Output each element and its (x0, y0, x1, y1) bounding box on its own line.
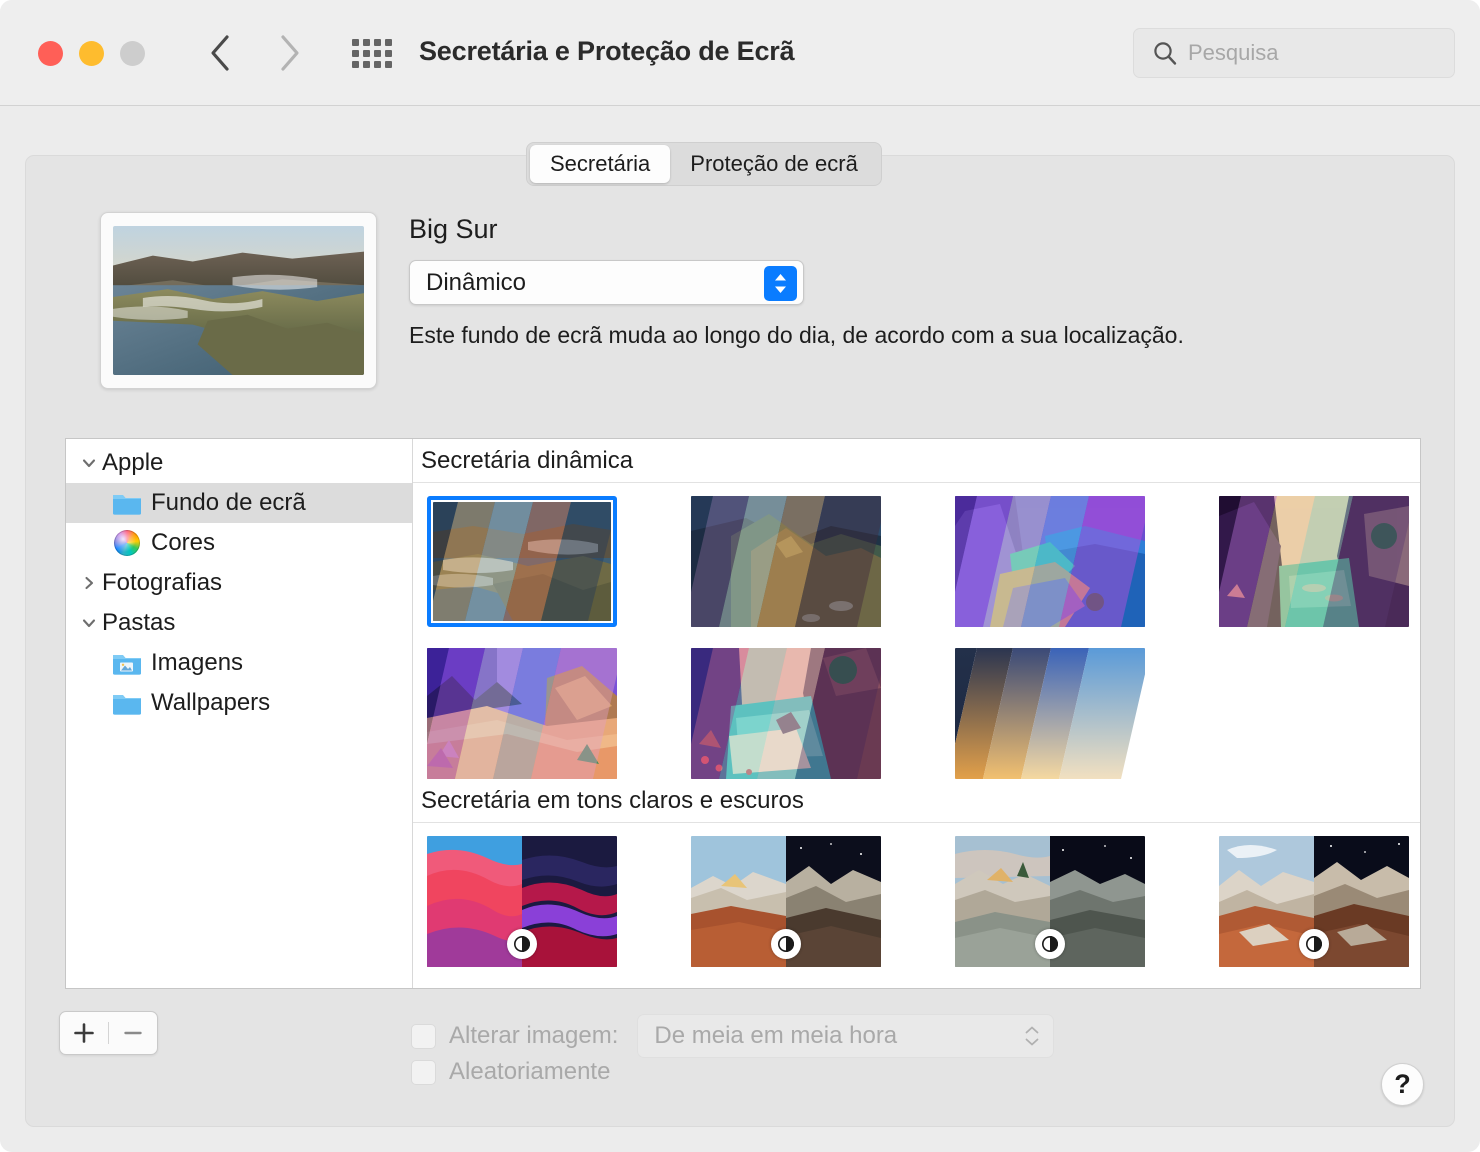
thumbnail-catalina[interactable] (691, 496, 881, 627)
folder-icon (112, 691, 142, 716)
sidebar-item-imagens[interactable]: Imagens (66, 643, 412, 683)
sidebar-item-label: Apple (102, 449, 164, 476)
thumbnail-big-sur-graphic-coast[interactable] (955, 496, 1145, 627)
wallpaper-grid-area: Secretária dinâmica Secretária em tons c… (413, 439, 1420, 988)
change-interval-popup[interactable]: De meia em meia hora (637, 1014, 1055, 1058)
thumbnail-grid-light-dark (413, 823, 1420, 967)
sidebar-item-label: Cores (151, 529, 216, 556)
change-image-row: Alterar imagem: De meia em meia hora (411, 1014, 1055, 1058)
pictures-folder-icon (112, 651, 142, 676)
wallpaper-info: Big Sur Dinâmico Este fundo de ecrã muda… (409, 214, 1184, 349)
sidebar-item-label: Wallpapers (151, 689, 271, 716)
light-dark-badge-icon (1299, 929, 1329, 959)
sidebar-item-fundo-de-ecra[interactable]: Fundo de ecrã (66, 483, 412, 523)
sidebar-item-label: Fundo de ecrã (151, 489, 306, 516)
chevron-right-icon[interactable] (76, 570, 102, 596)
minus-icon (124, 1031, 142, 1035)
chevron-left-icon (208, 33, 232, 73)
source-list: Apple Fundo de ecrã Cores Fotografias Pa… (66, 439, 413, 988)
thumbnail-desert-rock-3[interactable] (1219, 836, 1409, 967)
add-folder-button[interactable] (60, 1022, 108, 1044)
thumbnail-desert-rock-2[interactable] (955, 836, 1145, 967)
sidebar-item-label: Fotografias (102, 569, 223, 596)
back-button[interactable] (198, 30, 242, 76)
thumbnail-image (427, 648, 617, 779)
wallpaper-name: Big Sur (409, 214, 498, 244)
section-header-light-dark: Secretária em tons claros e escuros (413, 779, 1420, 823)
system-preferences-window: Secretária e Proteção de Ecrã Pesquisa S… (0, 0, 1480, 1152)
tab-secretaria[interactable]: Secretária (530, 145, 671, 183)
sidebar-item-apple[interactable]: Apple (66, 443, 412, 483)
page-title: Secretária e Proteção de Ecrã (419, 36, 795, 66)
preferences-panel: Secretária Proteção de ecrã Big Sur Dinâ… (25, 142, 1455, 1127)
chevron-updown-icon (1025, 1026, 1039, 1046)
thumbnail-big-sur-waves[interactable] (427, 836, 617, 967)
section-header-dynamic: Secretária dinâmica (413, 439, 1420, 483)
folder-icon (112, 491, 142, 516)
wallpaper-preview-frame (100, 212, 377, 389)
wallpaper-preview-image (113, 226, 364, 375)
thumbnail-image (691, 648, 881, 779)
tab-bar: Secretária Proteção de ecrã (526, 142, 882, 186)
thumbnail-desert-rock-1[interactable] (691, 836, 881, 967)
thumbnail-image (1219, 496, 1409, 627)
sidebar-item-label: Imagens (151, 649, 244, 676)
wallpaper-browser: Apple Fundo de ecrã Cores Fotografias Pa… (65, 438, 1421, 989)
random-checkbox[interactable] (411, 1059, 436, 1085)
window-titlebar: Secretária e Proteção de Ecrã Pesquisa (0, 0, 1480, 106)
chevron-down-icon[interactable] (76, 450, 102, 476)
random-row: Aleatoriamente (411, 1058, 610, 1086)
close-button[interactable] (38, 41, 63, 66)
color-wheel-icon (114, 530, 140, 556)
wallpaper-type-value: Dinâmico (426, 268, 527, 296)
random-label: Aleatoriamente (449, 1058, 611, 1085)
show-all-grid-icon[interactable] (352, 36, 392, 70)
thumbnail-big-sur-graphic-beach[interactable] (691, 648, 881, 779)
traffic-lights (38, 41, 145, 66)
sidebar-item-fotografias[interactable]: Fotografias (66, 563, 412, 603)
zoom-button[interactable] (120, 41, 145, 66)
stepper-arrows-icon (764, 266, 797, 301)
thumbnail-big-sur[interactable] (427, 496, 617, 627)
thumbnail-big-sur-graphic-lake[interactable] (1219, 496, 1409, 627)
thumbnail-image (691, 496, 881, 627)
search-placeholder: Pesquisa (1188, 40, 1279, 65)
forward-button[interactable] (268, 30, 312, 76)
sidebar-item-pastas[interactable]: Pastas (66, 603, 412, 643)
thumbnail-image (955, 496, 1145, 627)
add-remove-folder-control (59, 1011, 158, 1055)
light-dark-badge-icon (507, 929, 537, 959)
plus-icon (74, 1023, 94, 1043)
chevron-down-icon[interactable] (76, 610, 102, 636)
wallpaper-description: Este fundo de ecrã muda ao longo do dia,… (409, 322, 1184, 348)
thumbnail-big-sur-graphic-desert[interactable] (427, 648, 617, 779)
thumbnail-grid-dynamic (413, 483, 1420, 779)
change-image-label: Alterar imagem: (449, 1022, 619, 1049)
minimize-button[interactable] (79, 41, 104, 66)
remove-folder-button[interactable] (109, 1022, 157, 1044)
light-dark-badge-icon (1035, 929, 1065, 959)
change-interval-value: De meia em meia hora (654, 1022, 898, 1049)
change-image-checkbox[interactable] (411, 1023, 436, 1049)
search-field[interactable]: Pesquisa (1133, 28, 1455, 78)
sidebar-item-cores[interactable]: Cores (66, 523, 412, 563)
light-dark-badge-icon (771, 929, 801, 959)
sidebar-item-label: Pastas (102, 609, 176, 636)
search-icon (1152, 40, 1178, 66)
help-button[interactable]: ? (1381, 1063, 1424, 1106)
chevron-right-icon (278, 33, 302, 73)
thumbnail-image (433, 502, 611, 621)
thumbnail-solid-gradient[interactable] (955, 648, 1145, 779)
wallpaper-type-popup[interactable]: Dinâmico (409, 260, 804, 305)
sidebar-item-wallpapers[interactable]: Wallpapers (66, 683, 412, 723)
tab-protecao-de-ecra[interactable]: Proteção de ecrã (670, 145, 878, 183)
thumbnail-image (955, 648, 1145, 779)
